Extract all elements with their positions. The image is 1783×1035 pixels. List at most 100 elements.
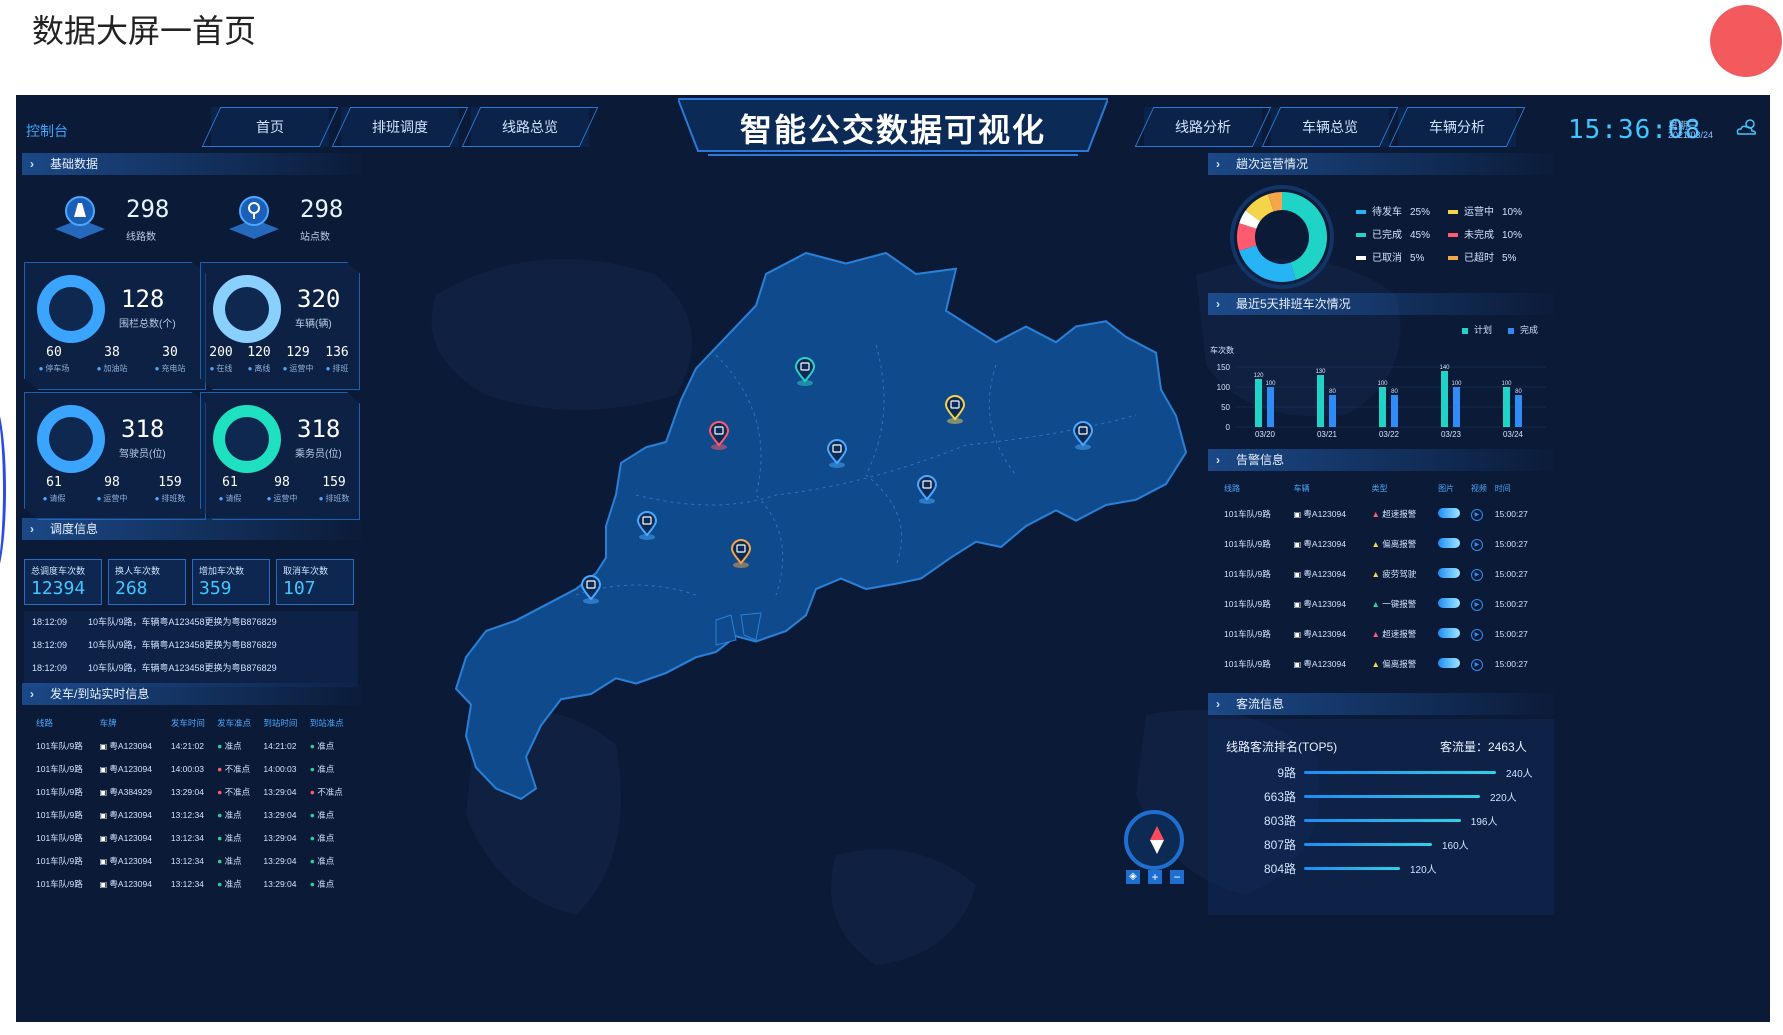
bus-marker-icon[interactable] <box>916 475 938 505</box>
donut-slice <box>1268 192 1283 212</box>
tab-vehicle-analysis[interactable]: 车辆分析 <box>1398 107 1516 147</box>
vehicles-label: 车辆(辆) <box>295 319 332 330</box>
alert-photo-thumbnail[interactable] <box>1438 658 1461 668</box>
crew-ring <box>213 405 281 473</box>
bar-value-label: 100 <box>1501 381 1512 387</box>
table-row: 101车队/9路粤A38492913:29:04不准点13:29:04不准点 <box>36 780 356 803</box>
drivers-label: 驾驶员(位) <box>119 449 166 460</box>
play-video-icon[interactable]: ▶ <box>1470 538 1483 551</box>
alert-photo-thumbnail[interactable] <box>1438 598 1461 608</box>
flow-total: 客流量：2463人 <box>1440 740 1527 754</box>
flow-bar <box>1304 867 1400 870</box>
donut-slice <box>1237 223 1257 251</box>
flow-route-name: 807路 <box>1263 838 1296 852</box>
alert-row[interactable]: 101车队/9路粤A123094▲ 疲劳驾驶▶15:00:27 <box>1224 559 1544 589</box>
bar-completed <box>1391 395 1398 427</box>
alert-photo-thumbnail[interactable] <box>1438 628 1461 638</box>
trips-donut-chart <box>1230 185 1334 289</box>
bus-marker-icon[interactable] <box>636 511 658 541</box>
bus-marker-icon[interactable] <box>580 575 602 605</box>
zoom-out-icon[interactable]: − <box>1170 870 1184 884</box>
alert-row[interactable]: 101车队/9路粤A123094▲ 超速报警▶15:00:27 <box>1224 619 1544 649</box>
y-tick-label: 100 <box>1217 383 1231 392</box>
alert-row[interactable]: 101车队/9路粤A123094▲ 超速报警▶15:00:27 <box>1224 499 1544 529</box>
flow-subtitle: 线路客流排名(TOP5) <box>1226 740 1338 754</box>
bar-completed <box>1329 395 1336 427</box>
bar-completed <box>1267 387 1274 427</box>
crew-card: 318 乘务员(位) 61请假 98运营中 159排班数 <box>200 392 360 520</box>
bus-marker-icon[interactable] <box>1072 421 1094 451</box>
alert-photo-thumbnail[interactable] <box>1438 538 1461 548</box>
dispatch-total-box: 总调度车次数 12394 <box>24 559 102 605</box>
alert-row[interactable]: 101车队/9路粤A123094▲ 一键报警▶15:00:27 <box>1224 589 1544 619</box>
tab-route-overview[interactable]: 线路总览 <box>471 107 589 147</box>
log-row: 18:12:09 10车队/9路，车辆粤A123458更换为粤B876829 <box>32 617 277 627</box>
bar-planned <box>1379 387 1386 427</box>
flow-bar <box>1304 843 1432 846</box>
bus-marker-icon[interactable] <box>826 439 848 469</box>
play-video-icon[interactable]: ▶ <box>1470 508 1483 521</box>
flow-route-name: 9路 <box>1277 766 1296 780</box>
dispatch-log: 18:12:09 10车队/9路，车辆粤A123458更换为粤B876829 18… <box>24 611 358 687</box>
bar-completed <box>1515 395 1522 427</box>
alert-type-icon: ▲ <box>1371 569 1383 579</box>
bus-marker-icon[interactable] <box>730 539 752 569</box>
x-tick-label: 03/22 <box>1379 430 1400 439</box>
alert-photo-thumbnail[interactable] <box>1438 568 1461 578</box>
play-video-icon[interactable]: ▶ <box>1470 568 1483 581</box>
table-row: 101车队/9路粤A12309414:21:02准点14:21:02准点 <box>36 734 356 757</box>
compass-control[interactable] <box>1124 810 1184 870</box>
compass-needle-icon <box>1150 826 1164 840</box>
routes-count: 298 <box>126 195 170 223</box>
tab-route-analysis[interactable]: 线路分析 <box>1144 107 1262 147</box>
stations-label: 站点数 <box>300 232 330 243</box>
alert-photo-thumbnail[interactable] <box>1438 508 1461 518</box>
title-banner: 智能公交数据可视化 <box>678 95 1108 161</box>
bus-marker-icon[interactable] <box>794 357 816 387</box>
table-row: 101车队/9路粤A12309414:00:03不准点14:00:03准点 <box>36 757 356 780</box>
section-realtime: › 发车/到站实时信息 <box>22 683 362 705</box>
trips-legend-item: 已取消 5% <box>1356 249 1424 264</box>
table-row: 101车队/9路粤A12309413:12:34准点13:29:04准点 <box>36 872 356 895</box>
locate-icon[interactable]: ◈ <box>1126 870 1140 884</box>
bar-value-label: 80 <box>1391 389 1398 395</box>
zoom-in-icon[interactable]: + <box>1148 870 1162 884</box>
console-link[interactable]: 控制台 <box>26 121 68 141</box>
trips-legend-item: 未完成 10% <box>1448 226 1522 241</box>
flow-value: 240人 <box>1506 769 1533 780</box>
stations-count: 298 <box>300 195 344 223</box>
flow-route-name: 663路 <box>1263 790 1296 804</box>
play-video-icon[interactable]: ▶ <box>1470 658 1483 671</box>
alerts-table: 线路 车辆 类型 图片 视频 时间 101车队/9路粤A123094▲ 超速报警… <box>1224 477 1544 679</box>
section-passenger-flow: › 客流信息 <box>1208 693 1554 715</box>
drivers-card: 318 驾驶员(位) 61请假 98运营中 159排班数 <box>24 392 206 520</box>
play-video-icon[interactable]: ▶ <box>1470 628 1483 641</box>
alert-row[interactable]: 101车队/9路粤A123094▲ 偏离报警▶15:00:27 <box>1224 649 1544 679</box>
fences-count: 128 <box>121 285 165 313</box>
dispatch-added-box: 增加车次数 359 <box>192 559 270 605</box>
tab-scheduling[interactable]: 排班调度 <box>341 107 459 147</box>
play-video-icon[interactable]: ▶ <box>1470 598 1483 611</box>
drivers-ring <box>37 405 105 473</box>
flow-value: 120人 <box>1410 865 1437 876</box>
drivers-count: 318 <box>121 415 165 443</box>
bar-value-label: 130 <box>1315 369 1326 375</box>
cloud-sun-icon <box>1736 119 1756 135</box>
bus-marker-icon[interactable] <box>944 395 966 425</box>
tab-vehicle-overview[interactable]: 车辆总览 <box>1271 107 1389 147</box>
dispatch-swap-box: 换人车次数 268 <box>108 559 186 605</box>
flow-bar <box>1304 819 1461 822</box>
dashboard-screen: ◈ + − 控制台 首页 排班调度 线路总览 智能公交数据可视化 线路分析 车辆… <box>16 95 1770 1022</box>
tab-home[interactable]: 首页 <box>211 107 329 147</box>
bus-marker-icon[interactable] <box>708 421 730 451</box>
page-title: 智能公交数据可视化 <box>739 112 1046 148</box>
alert-type-icon: ▲ <box>1371 599 1383 609</box>
alert-row[interactable]: 101车队/9路粤A123094▲ 偏离报警▶15:00:27 <box>1224 529 1544 559</box>
vehicles-card: 320 车辆(辆) 200在线 120离线 129运营中 136排班 <box>200 262 360 390</box>
table-row: 101车队/9路粤A12309413:12:34准点13:29:04准点 <box>36 826 356 849</box>
crew-count: 318 <box>297 415 341 443</box>
stations-icon <box>224 191 284 243</box>
bar-value-label: 120 <box>1253 373 1264 379</box>
fences-card: 128 围栏总数(个) 60停车场 38加油站 30充电站 <box>24 262 206 390</box>
flow-route-name: 803路 <box>1263 814 1296 828</box>
